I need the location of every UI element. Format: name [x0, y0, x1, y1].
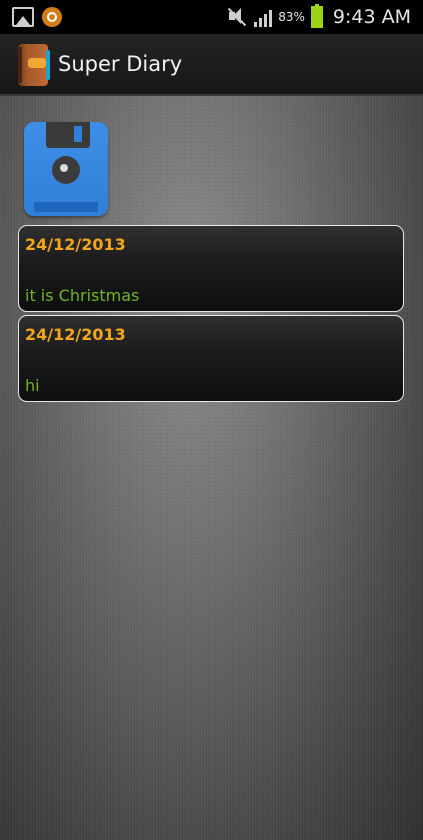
entry-text: it is Christmas	[25, 286, 140, 305]
battery-icon	[310, 4, 323, 28]
system-status: 83% 9:43 AM	[226, 4, 411, 29]
entry-date: 24/12/2013	[25, 325, 126, 344]
save-button[interactable]	[22, 120, 110, 218]
action-bar: Super Diary	[0, 34, 423, 96]
image-notification-icon	[12, 7, 34, 27]
entry-date: 24/12/2013	[25, 235, 126, 254]
mute-icon	[226, 6, 248, 28]
status-bar: 83% 9:43 AM	[0, 0, 423, 34]
diary-entry[interactable]: 24/12/2013 it is Christmas	[18, 225, 404, 312]
diary-entry[interactable]: 24/12/2013 hi	[18, 315, 404, 402]
app-notification-icon	[42, 7, 62, 27]
entry-text: hi	[25, 376, 40, 395]
clock: 9:43 AM	[332, 6, 411, 28]
notification-icons	[12, 5, 62, 29]
diary-book-icon[interactable]	[16, 44, 50, 86]
battery-percent: 83%	[278, 10, 305, 24]
app-title: Super Diary	[58, 52, 183, 76]
floppy-disk-icon	[24, 122, 108, 216]
signal-icon	[254, 7, 273, 27]
